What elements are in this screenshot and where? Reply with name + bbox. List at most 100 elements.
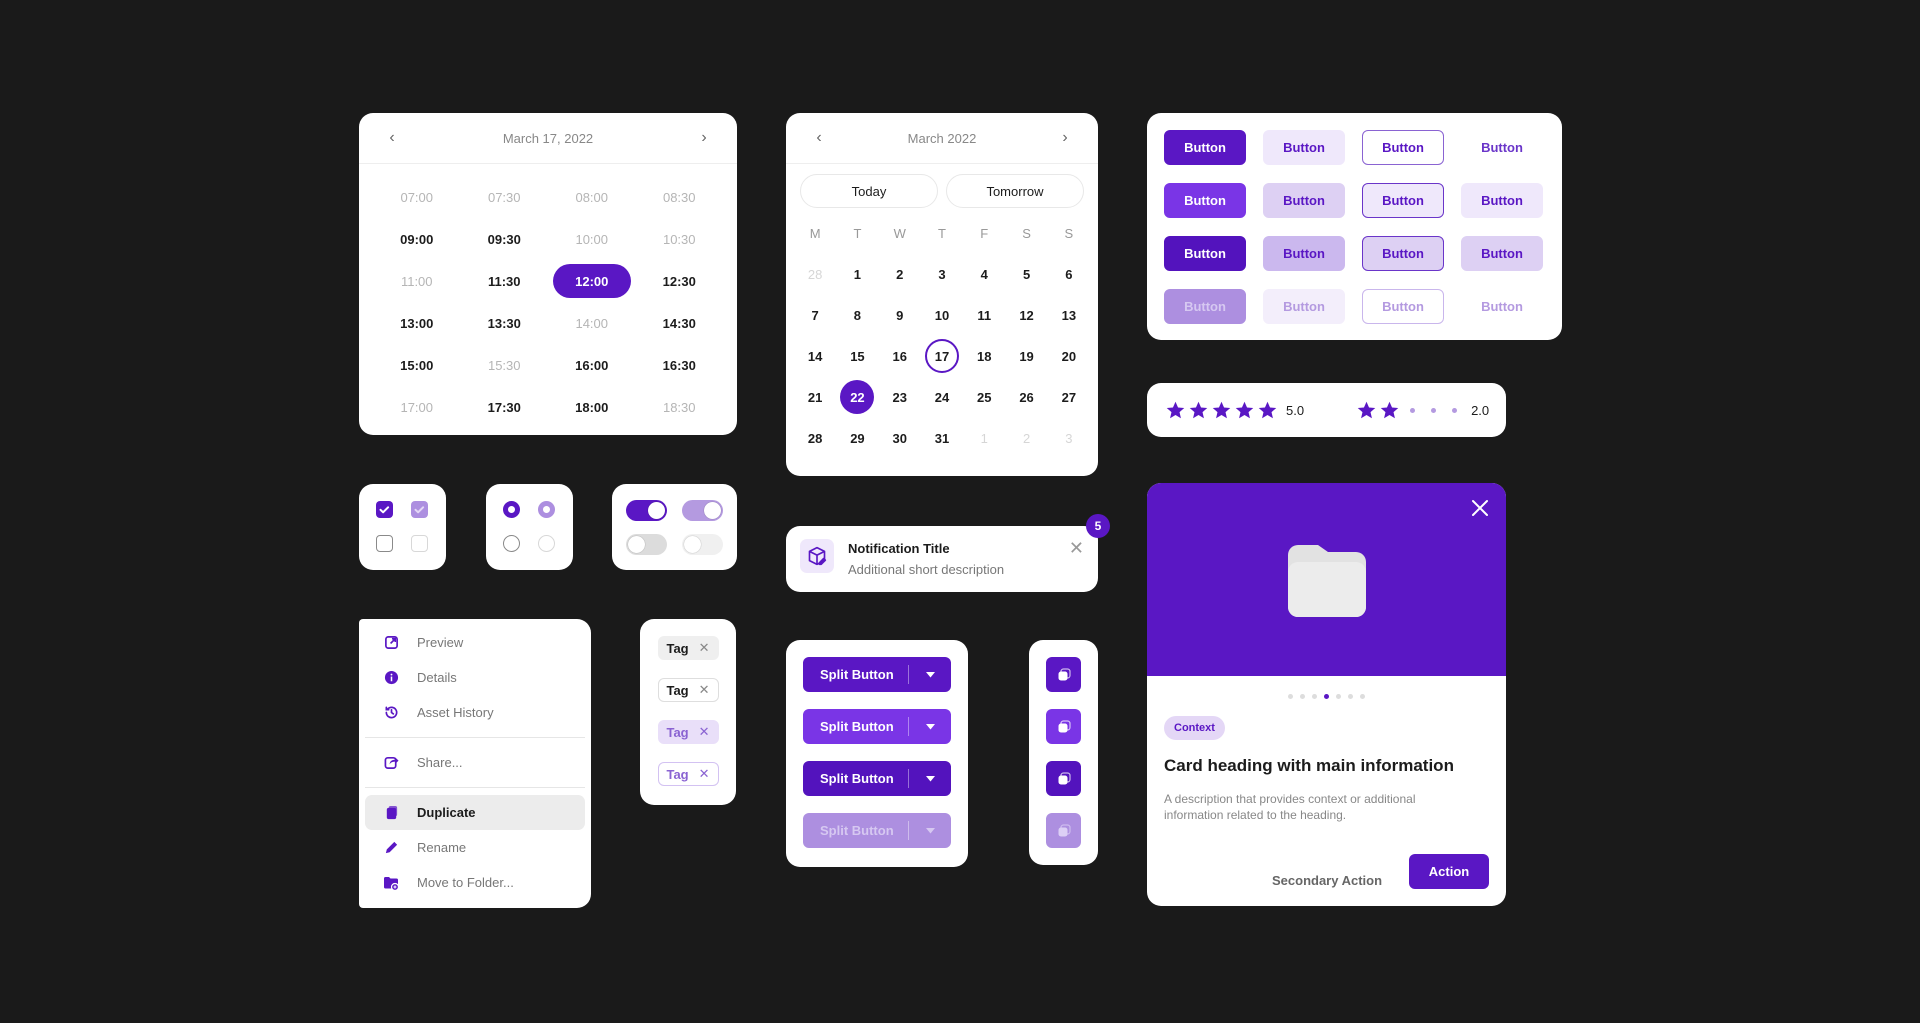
toggle-off[interactable]	[626, 534, 667, 555]
menu-item-share[interactable]: Share...	[365, 745, 585, 780]
tomorrow-button[interactable]: Tomorrow	[946, 174, 1084, 208]
split-button-label[interactable]: Split Button	[803, 667, 908, 682]
secondary-action-button[interactable]: Secondary Action	[1272, 863, 1382, 898]
button-pressed[interactable]: Button	[1263, 236, 1345, 271]
remove-tag-icon[interactable]: ✕	[699, 766, 710, 782]
chevron-left-icon[interactable]: ‹	[383, 129, 401, 147]
calendar-day[interactable]: 8	[840, 298, 874, 332]
calendar-day[interactable]: 27	[1052, 380, 1086, 414]
calendar-day[interactable]: 5	[1010, 257, 1044, 291]
button-hover[interactable]: Button	[1362, 183, 1444, 218]
split-button-default[interactable]: Split Button	[803, 657, 951, 692]
calendar-day[interactable]: 25	[967, 380, 1001, 414]
time-slot[interactable]: 14:30	[641, 306, 719, 340]
time-slot[interactable]: 09:00	[378, 222, 456, 256]
star-filled-icon[interactable]	[1356, 400, 1377, 421]
rating[interactable]: 5.0	[1165, 400, 1304, 421]
time-slot[interactable]: 12:00	[553, 264, 631, 298]
calendar-day[interactable]: 13	[1052, 298, 1086, 332]
primary-action-button[interactable]: Action	[1409, 854, 1489, 889]
button-pressed[interactable]: Button	[1362, 236, 1444, 271]
calendar-day[interactable]: 10	[925, 298, 959, 332]
star-empty-icon[interactable]	[1431, 407, 1437, 413]
radio-unchecked[interactable]	[503, 535, 520, 552]
pager-dot[interactable]	[1336, 694, 1341, 699]
tag-filled-neutral[interactable]: Tag ✕	[657, 636, 719, 660]
button-hover[interactable]: Button	[1164, 183, 1246, 218]
calendar-day[interactable]: 19	[1010, 339, 1044, 373]
calendar-day[interactable]: 24	[925, 380, 959, 414]
calendar-day[interactable]: 28	[798, 421, 832, 455]
split-button-label[interactable]: Split Button	[803, 771, 908, 786]
checkbox-checked[interactable]	[376, 501, 393, 518]
button-hover[interactable]: Button	[1461, 183, 1543, 218]
menu-item-preview[interactable]: Preview	[365, 625, 585, 660]
button-default[interactable]: Button	[1263, 130, 1345, 165]
star-filled-icon[interactable]	[1188, 400, 1209, 421]
today-button[interactable]: Today	[800, 174, 938, 208]
caret-down-icon[interactable]	[909, 671, 951, 678]
time-slot[interactable]: 18:00	[553, 390, 631, 424]
calendar-day[interactable]: 1	[967, 421, 1001, 455]
icon-button-hover[interactable]	[1046, 709, 1081, 744]
button-hover[interactable]: Button	[1263, 183, 1345, 218]
star-filled-icon[interactable]	[1257, 400, 1278, 421]
chevron-right-icon[interactable]: ›	[695, 129, 713, 147]
radio-checked[interactable]	[503, 501, 520, 518]
calendar-day[interactable]: 6	[1052, 257, 1086, 291]
button-default[interactable]: Button	[1164, 130, 1246, 165]
pager-dot[interactable]	[1360, 694, 1365, 699]
time-slot[interactable]: 13:00	[378, 306, 456, 340]
caret-down-icon[interactable]	[909, 827, 951, 834]
rating[interactable]: 2.0	[1356, 400, 1489, 421]
split-button-hover[interactable]: Split Button	[803, 709, 951, 744]
calendar-day[interactable]: 31	[925, 421, 959, 455]
time-slot[interactable]: 12:30	[641, 264, 719, 298]
star-empty-icon[interactable]	[1452, 407, 1458, 413]
button-pressed[interactable]: Button	[1461, 236, 1543, 271]
pager-dot[interactable]	[1300, 694, 1305, 699]
time-slot[interactable]: 15:00	[378, 348, 456, 382]
menu-item-asset-history[interactable]: Asset History	[365, 695, 585, 730]
calendar-day[interactable]: 4	[967, 257, 1001, 291]
menu-item-move-to-folder[interactable]: Move to Folder...	[365, 865, 585, 900]
tag-filled-accent[interactable]: Tag ✕	[657, 720, 719, 744]
star-filled-icon[interactable]	[1234, 400, 1255, 421]
calendar-day[interactable]: 9	[883, 298, 917, 332]
star-filled-icon[interactable]	[1165, 400, 1186, 421]
remove-tag-icon[interactable]: ✕	[699, 682, 710, 698]
tag-outline-accent[interactable]: Tag ✕	[657, 762, 719, 786]
icon-button-default[interactable]	[1046, 657, 1081, 692]
time-slot[interactable]: 16:00	[553, 348, 631, 382]
pager-dot[interactable]	[1288, 694, 1293, 699]
chevron-left-icon[interactable]: ‹	[810, 129, 828, 147]
icon-button-pressed[interactable]	[1046, 761, 1081, 796]
calendar-day[interactable]: 29	[840, 421, 874, 455]
close-icon[interactable]: ✕	[1069, 538, 1084, 559]
toggle-on[interactable]	[626, 500, 667, 521]
button-default[interactable]: Button	[1461, 130, 1543, 165]
pager-dot[interactable]	[1348, 694, 1353, 699]
selected-day[interactable]: 22	[840, 380, 875, 414]
menu-item-duplicate[interactable]: Duplicate	[365, 795, 585, 830]
calendar-day[interactable]: 18	[967, 339, 1001, 373]
time-slot[interactable]: 13:30	[466, 306, 544, 340]
calendar-day[interactable]: 1	[840, 257, 874, 291]
split-button-label[interactable]: Split Button	[803, 719, 908, 734]
calendar-day[interactable]: 16	[883, 339, 917, 373]
calendar-day[interactable]: 2	[1010, 421, 1044, 455]
calendar-day[interactable]: 3	[1052, 421, 1086, 455]
tag-outline-neutral[interactable]: Tag ✕	[657, 678, 719, 702]
calendar-day[interactable]: 7	[798, 298, 832, 332]
pager-dot[interactable]	[1312, 694, 1317, 699]
calendar-day[interactable]: 21	[798, 380, 832, 414]
button-default[interactable]: Button	[1362, 130, 1444, 165]
checkbox-unchecked[interactable]	[376, 535, 393, 552]
calendar-day[interactable]: 28	[798, 257, 832, 291]
remove-tag-icon[interactable]: ✕	[699, 640, 710, 656]
calendar-day[interactable]: 23	[883, 380, 917, 414]
calendar-day[interactable]: 26	[1010, 380, 1044, 414]
button-pressed[interactable]: Button	[1164, 236, 1246, 271]
calendar-day[interactable]: 3	[925, 257, 959, 291]
time-slot[interactable]: 09:30	[466, 222, 544, 256]
